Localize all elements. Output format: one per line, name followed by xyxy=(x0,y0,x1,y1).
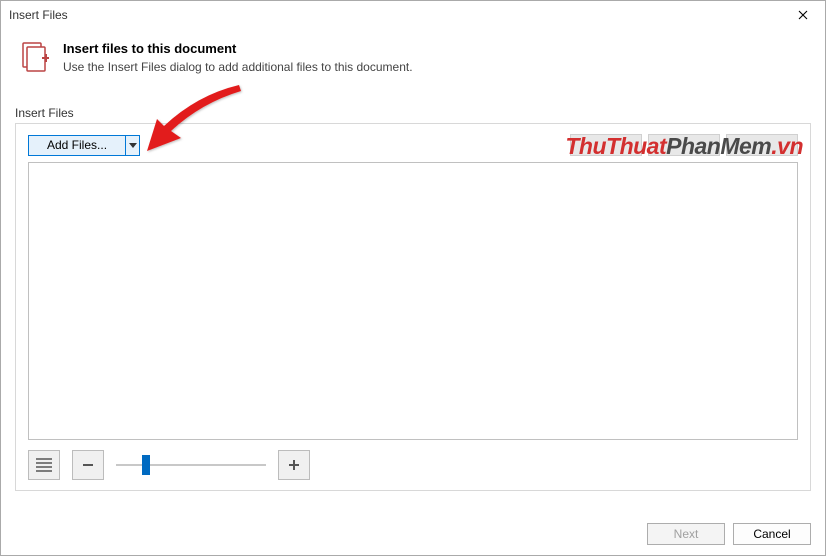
plus-icon xyxy=(287,458,301,472)
file-list[interactable] xyxy=(28,162,798,440)
minus-icon xyxy=(81,458,95,472)
titlebar: Insert Files xyxy=(1,1,825,29)
dialog-header: Insert files to this document Use the In… xyxy=(1,29,825,92)
zoom-slider[interactable] xyxy=(116,464,266,466)
section-label: Insert Files xyxy=(15,106,811,120)
next-button[interactable]: Next xyxy=(647,523,725,545)
close-icon xyxy=(798,10,808,20)
list-view-button[interactable] xyxy=(28,450,60,480)
cancel-button[interactable]: Cancel xyxy=(733,523,811,545)
dialog-subtext: Use the Insert Files dialog to add addit… xyxy=(63,60,413,74)
chevron-down-icon xyxy=(129,143,137,148)
add-files-label: Add Files... xyxy=(29,138,125,152)
dialog-heading: Insert files to this document xyxy=(63,41,413,56)
section-toolbar: Add Files... xyxy=(28,134,798,156)
add-files-button[interactable]: Add Files... xyxy=(28,135,140,156)
zoom-out-button[interactable] xyxy=(72,450,104,480)
bottom-toolbar xyxy=(28,450,798,480)
disabled-action-3 xyxy=(726,134,798,156)
zoom-in-button[interactable] xyxy=(278,450,310,480)
insert-files-section: Add Files... xyxy=(15,123,811,491)
window-title: Insert Files xyxy=(9,8,68,22)
list-icon xyxy=(36,458,52,472)
close-button[interactable] xyxy=(789,1,817,29)
add-files-dropdown[interactable] xyxy=(125,136,139,155)
dialog-footer: Next Cancel xyxy=(647,523,811,545)
disabled-action-1 xyxy=(570,134,642,156)
disabled-action-2 xyxy=(648,134,720,156)
zoom-slider-wrap xyxy=(116,464,266,466)
insert-files-icon xyxy=(19,41,51,73)
